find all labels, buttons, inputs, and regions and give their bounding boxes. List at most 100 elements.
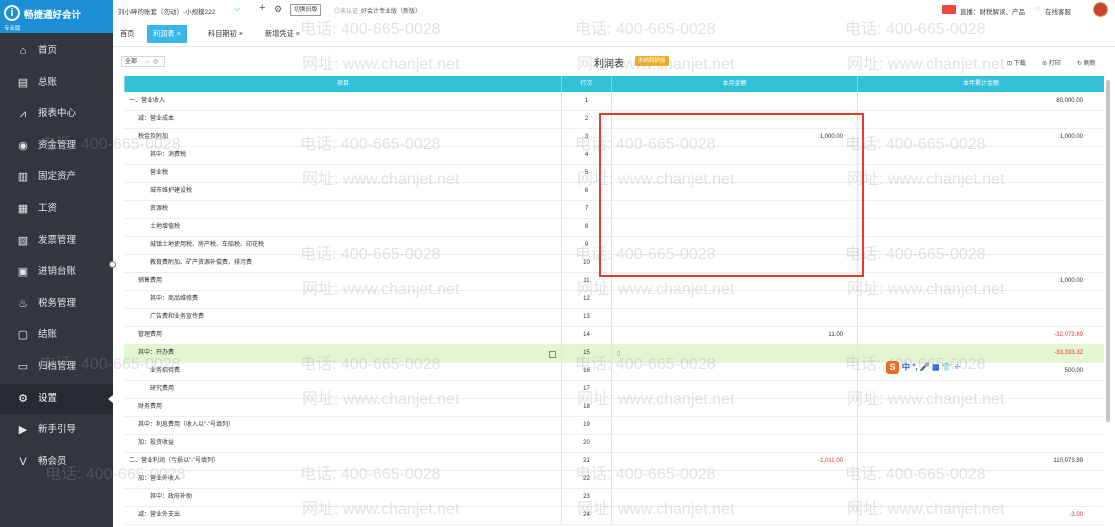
year-amount[interactable]: -3.00	[857, 506, 1104, 524]
sidebar-item-settings[interactable]: ⚙ 设置	[0, 383, 113, 414]
month-amount[interactable]	[611, 362, 857, 380]
period-filter-select[interactable]: 全部 ⌵ ◎	[121, 56, 165, 67]
year-amount[interactable]: -33,333.32	[857, 344, 1104, 362]
month-amount[interactable]	[611, 470, 857, 488]
sidebar-item-salary[interactable]: ▦ 工资	[0, 194, 113, 224]
vertical-scrollbar[interactable]	[1106, 80, 1110, 422]
month-amount[interactable]	[611, 398, 857, 416]
month-amount[interactable]	[611, 488, 857, 506]
month-amount[interactable]	[611, 434, 857, 452]
month-amount[interactable]: -1,011.00	[611, 452, 857, 470]
year-amount[interactable]	[857, 380, 1104, 398]
table-row[interactable]: 加：营业外收入 22	[124, 470, 1104, 489]
logo-mark-icon: i	[4, 5, 20, 21]
sidebar-item-guide[interactable]: ▶ 新手引导	[0, 415, 113, 445]
table-row[interactable]: 其中：商品维修费 12	[124, 290, 1104, 309]
year-amount[interactable]	[857, 164, 1104, 182]
account-selector[interactable]: 刘小畔的账套（勿动）-小规模222	[118, 6, 216, 16]
print-icon: ⊜	[1042, 61, 1048, 67]
table-row[interactable]: 财务费用 18	[124, 398, 1104, 417]
year-amount[interactable]	[857, 146, 1104, 164]
chevron-down-icon[interactable]: ⌵	[234, 4, 240, 14]
table-row[interactable]: 广告费和业务宣传费 13	[124, 308, 1104, 327]
online-service-link[interactable]: 在线客服	[1045, 6, 1071, 16]
month-amount[interactable]	[611, 344, 857, 362]
ime-toolbar[interactable]: S中 °, 🎤 ▦ 👕 ⁘	[886, 361, 961, 377]
sidebar-item-fund[interactable]: ◉ 资金管理	[0, 131, 113, 161]
year-amount[interactable]: 80,000.00	[857, 92, 1104, 110]
year-amount[interactable]	[857, 182, 1104, 200]
avatar[interactable]	[1093, 2, 1108, 17]
sidebar-item-asset[interactable]: ▥ 固定资产	[0, 162, 113, 192]
download-button[interactable]: ⊡ 下载	[1007, 58, 1026, 67]
month-amount[interactable]: 11.00	[611, 326, 857, 344]
month-amount[interactable]	[611, 506, 857, 524]
table-row[interactable]: 其中：政府补助 23	[124, 488, 1104, 507]
tab-opening-balance[interactable]: 科目期初 ×	[208, 25, 243, 43]
sidebar-item-label: 报表中心	[38, 108, 77, 120]
sidebar-item-close-books[interactable]: ▢ 结账	[0, 320, 113, 350]
year-amount[interactable]: 110,073.89	[857, 452, 1104, 470]
gear-icon[interactable]: ⚙	[274, 4, 282, 15]
row-number: 13	[561, 308, 611, 326]
table-row[interactable]: 减：营业外支出 24 -3.00	[124, 506, 1104, 525]
sidebar-item-tax[interactable]: ♨ 税务管理	[0, 289, 113, 319]
month-amount[interactable]	[611, 92, 857, 110]
month-amount[interactable]	[611, 380, 857, 398]
year-amount[interactable]	[857, 398, 1104, 416]
table-row[interactable]: 一、营业收入 1 80,000.00	[124, 92, 1104, 111]
refresh-button[interactable]: ↻ 刷新	[1077, 58, 1096, 67]
tab-new-voucher[interactable]: 新增凭证 ×	[265, 25, 300, 43]
year-amount[interactable]	[857, 470, 1104, 488]
sidebar-item-invoice[interactable]: ▧ 发票管理	[0, 226, 113, 256]
year-amount[interactable]	[857, 110, 1104, 128]
year-amount[interactable]	[857, 308, 1104, 326]
month-amount[interactable]	[611, 308, 857, 326]
edit-icon[interactable]	[549, 351, 556, 358]
sidebar-item-vip[interactable]: V 畅会员	[0, 447, 113, 477]
year-amount[interactable]	[857, 416, 1104, 434]
year-amount[interactable]: 1,000.00	[857, 272, 1104, 290]
resize-handle[interactable]	[109, 261, 116, 268]
add-icon[interactable]: +	[259, 2, 265, 14]
sidebar-item-home[interactable]: ⌂ 首页	[0, 36, 113, 66]
year-amount[interactable]	[857, 200, 1104, 218]
live-link[interactable]: 直播：财税解读、产品	[960, 6, 1025, 16]
sidebar-item-ledger[interactable]: ▤ 总账	[0, 68, 113, 98]
close-icon[interactable]: ×	[239, 29, 243, 38]
year-amount[interactable]	[857, 236, 1104, 254]
year-amount[interactable]: -32,073.89	[857, 326, 1104, 344]
live-icon[interactable]	[942, 5, 956, 14]
tax-icon: ♨	[18, 297, 28, 310]
year-amount[interactable]: 1,000.00	[857, 128, 1104, 146]
sidebar-item-chart[interactable]: ⩘ 报表中心	[0, 99, 113, 129]
close-icon[interactable]: ×	[296, 29, 300, 38]
month-amount[interactable]	[611, 416, 857, 434]
tab-home[interactable]: 首页	[120, 25, 134, 43]
app-logo[interactable]: i 畅捷通好会计 专业版	[0, 0, 113, 33]
table-row[interactable]: 研究费用 17	[124, 380, 1104, 399]
row-item: 其中：商品维修费	[150, 296, 199, 302]
switch-old-version-button[interactable]: 切换旧版	[290, 4, 322, 16]
month-amount[interactable]	[611, 290, 857, 308]
year-amount[interactable]	[857, 218, 1104, 236]
sidebar-item-archive[interactable]: ▭ 归档管理	[0, 352, 113, 382]
year-amount[interactable]	[857, 434, 1104, 452]
document-icon[interactable]: ▯	[617, 350, 620, 357]
table-row[interactable]: 其中：利息费用（收入以“-”号填列） 19	[124, 416, 1104, 435]
table-row[interactable]: 二、营业利润（亏损以“-”号填列） 21 -1,011.00 110,073.89	[124, 452, 1104, 471]
print-button[interactable]: ⊜ 打印	[1042, 58, 1061, 67]
unverified-status[interactable]: ◎未认证	[334, 6, 358, 15]
year-amount[interactable]	[857, 290, 1104, 308]
sidebar-item-inventory[interactable]: ▣ 进销台账	[0, 257, 113, 287]
row-item: 减：营业外支出	[138, 512, 181, 518]
chat-icon[interactable]: ◌	[1035, 4, 1040, 13]
year-amount[interactable]	[857, 488, 1104, 506]
row-item: 营业税	[150, 170, 169, 176]
active-caret-icon	[108, 394, 113, 403]
year-amount[interactable]	[857, 254, 1104, 272]
table-row[interactable]: 加：投资收益 20	[124, 434, 1104, 453]
tab-profit-statement[interactable]: 利润表 ×	[147, 25, 187, 43]
close-icon[interactable]: ×	[177, 29, 181, 38]
table-row[interactable]: 管理费用 14 11.00 -32,073.89	[124, 326, 1104, 345]
